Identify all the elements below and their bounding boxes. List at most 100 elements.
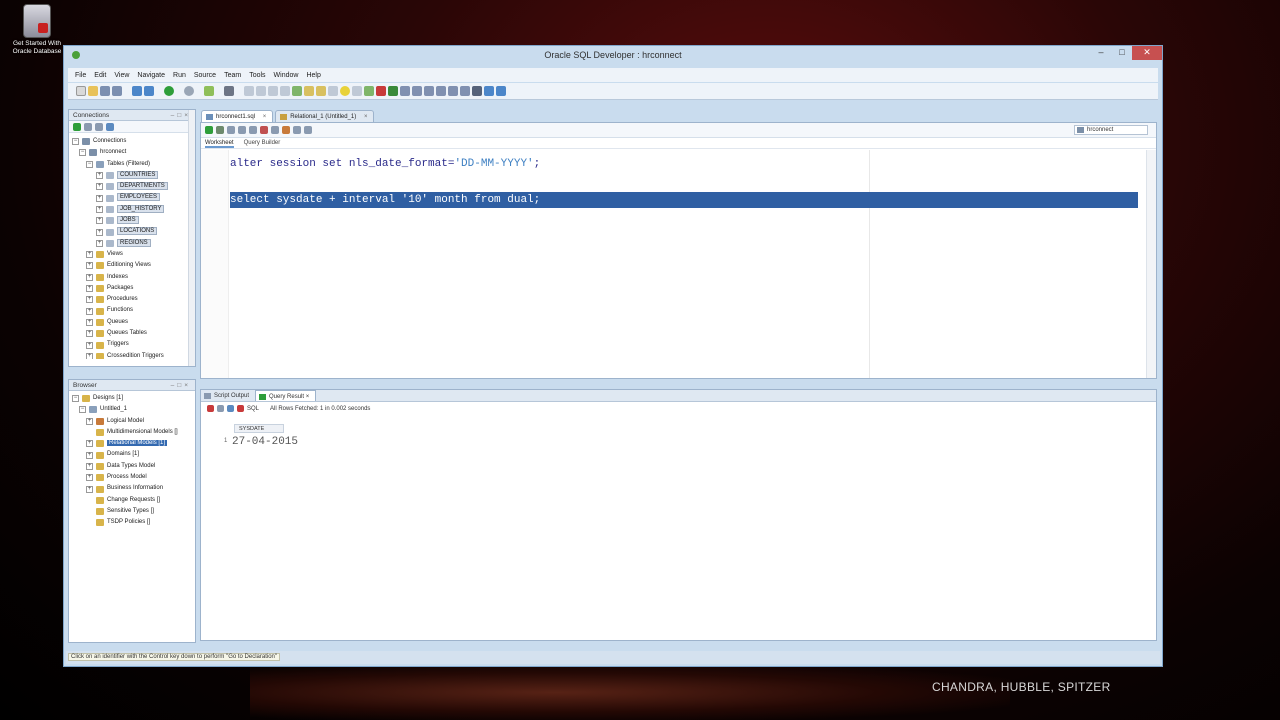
add-connection-icon[interactable]	[73, 122, 81, 131]
tool-icon-1[interactable]	[244, 86, 254, 96]
tool-icon-7[interactable]	[316, 86, 326, 96]
tool-icon-8[interactable]	[328, 86, 338, 96]
print-icon[interactable]	[217, 405, 224, 412]
tool-icon-4[interactable]	[280, 86, 290, 96]
bulb-icon[interactable]	[340, 86, 350, 96]
tool-icon[interactable]	[293, 126, 301, 134]
save-all-icon[interactable]	[112, 86, 122, 96]
tree-browser-item[interactable]: Sensitive Types []	[72, 506, 193, 517]
desktop-icon-oracle[interactable]: Get Started With Oracle Database	[6, 4, 68, 56]
refresh-results-icon[interactable]	[227, 405, 234, 412]
search-icon[interactable]	[412, 86, 422, 96]
code-line-2-selected[interactable]: select sysdate + interval '10' month fro…	[230, 192, 1138, 208]
tool-icon-3[interactable]	[268, 86, 278, 96]
tool-icon-14[interactable]	[436, 86, 446, 96]
tool-icon-10[interactable]	[364, 86, 374, 96]
tool-icon-12[interactable]	[400, 86, 410, 96]
rollback-icon[interactable]	[260, 126, 268, 134]
tab-script-output[interactable]: Script Output	[201, 390, 255, 401]
tool-icon-9[interactable]	[352, 86, 362, 96]
tree-browser-item[interactable]: Multidimensional Models []	[72, 427, 193, 438]
tree-node[interactable]: + Indexes	[72, 272, 187, 283]
panel-controls[interactable]: –□×	[171, 380, 191, 391]
autotrace-icon[interactable]	[227, 126, 235, 134]
result-cell-sysdate[interactable]: 27-04-2015	[232, 436, 298, 448]
tree-node[interactable]: + Triggers	[72, 339, 187, 350]
tree-table[interactable]: + JOB_HISTORY	[72, 204, 187, 215]
tree-table[interactable]: + EMPLOYEES	[72, 192, 187, 203]
tree-table[interactable]: + COUNTRIES	[72, 170, 187, 181]
minimize-button[interactable]: –	[1090, 46, 1112, 60]
tool-icon-19[interactable]	[496, 86, 506, 96]
menu-team[interactable]: Team	[220, 72, 245, 79]
tree-browser-item[interactable]: TSDP Policies []	[72, 517, 193, 528]
maximize-button[interactable]: □	[1112, 46, 1132, 60]
menu-window[interactable]: Window	[270, 72, 303, 79]
subtab-query-builder[interactable]: Query Builder	[244, 138, 281, 148]
new-icon[interactable]	[76, 86, 86, 96]
connection-select[interactable]: hrconnect	[1074, 125, 1148, 135]
tool-icon-11[interactable]	[388, 86, 398, 96]
tree-browser-item[interactable]: + Process Model	[72, 472, 193, 483]
tree-node[interactable]: + Queues	[72, 317, 187, 328]
tool-icon[interactable]	[282, 126, 290, 134]
tab-relational-1[interactable]: Relational_1 (Untitled_1) ×	[275, 110, 375, 122]
tree-designs[interactable]: − Designs [1]	[72, 393, 193, 404]
monitor-icon[interactable]	[224, 86, 234, 96]
sql-button[interactable]: SQL	[247, 406, 259, 412]
tool-icon-16[interactable]	[460, 86, 470, 96]
tool-icon-5[interactable]	[292, 86, 302, 96]
tree-node[interactable]: + Crossedition Triggers	[72, 351, 187, 359]
menu-source[interactable]: Source	[190, 72, 220, 79]
menu-help[interactable]: Help	[302, 72, 324, 79]
cancel-icon[interactable]	[376, 86, 386, 96]
column-header-sysdate[interactable]: SYSDATE	[234, 424, 284, 433]
close-tab-icon[interactable]: ×	[263, 114, 267, 120]
open-icon[interactable]	[88, 86, 98, 96]
tree-node[interactable]: + Editioning Views	[72, 260, 187, 271]
filter-icon[interactable]	[95, 122, 103, 131]
code-editor[interactable]: alter session set nls_date_format='DD-MM…	[201, 150, 1146, 378]
close-button[interactable]: ✕	[1132, 46, 1162, 60]
menu-tools[interactable]: Tools	[245, 72, 269, 79]
subtab-worksheet[interactable]: Worksheet	[205, 138, 234, 148]
tree-tables-filtered[interactable]: − Tables (Filtered)	[72, 159, 187, 170]
editor-scrollbar[interactable]	[1146, 150, 1156, 378]
tree-node[interactable]: + Packages	[72, 283, 187, 294]
menu-run[interactable]: Run	[169, 72, 190, 79]
refresh-icon[interactable]	[84, 122, 92, 131]
code-line-1[interactable]: alter session set nls_date_format='DD-MM…	[230, 156, 540, 172]
tree-browser-item[interactable]: + Data Types Model	[72, 461, 193, 472]
tree-table[interactable]: + LOCATIONS	[72, 226, 187, 237]
tree-root-connections[interactable]: − Connections	[72, 136, 187, 147]
tab-hrconnect1-sql[interactable]: hrconnect1.sql ×	[201, 110, 274, 122]
pin-icon[interactable]	[207, 405, 214, 412]
tool-icon-15[interactable]	[448, 86, 458, 96]
tool-icon-17[interactable]	[472, 86, 482, 96]
tree-node[interactable]: + Queues Tables	[72, 328, 187, 339]
tree-browser-item-selected[interactable]: + Relational Models [1]	[72, 438, 193, 449]
close-tab-icon[interactable]: ×	[364, 114, 368, 120]
back-icon[interactable]	[132, 86, 142, 96]
menu-edit[interactable]: Edit	[90, 72, 110, 79]
tree-connection-hrconnect[interactable]: − hrconnect	[72, 147, 187, 158]
tool-icon-6[interactable]	[304, 86, 314, 96]
tree-table[interactable]: + JOBS	[72, 215, 187, 226]
run-statement-icon[interactable]	[205, 126, 213, 134]
tree-browser-item[interactable]: + Logical Model	[72, 416, 193, 427]
run-icon[interactable]	[164, 86, 174, 96]
connections-scrollbar[interactable]	[188, 110, 195, 366]
tree-table[interactable]: + REGIONS	[72, 238, 187, 249]
menu-view[interactable]: View	[110, 72, 133, 79]
tool-icon-18[interactable]	[484, 86, 494, 96]
debug-icon[interactable]	[184, 86, 194, 96]
save-icon[interactable]	[100, 86, 110, 96]
forward-icon[interactable]	[144, 86, 154, 96]
tree-design[interactable]: − Untitled_1	[72, 404, 193, 415]
tool-icon[interactable]	[304, 126, 312, 134]
menu-file[interactable]: File	[71, 72, 90, 79]
run-script-icon[interactable]	[216, 126, 224, 134]
tree-browser-item[interactable]: + Business Information	[72, 483, 193, 494]
title-bar[interactable]: Oracle SQL Developer : hrconnect – □ ✕	[64, 46, 1162, 66]
schema-browser-icon[interactable]	[106, 122, 114, 131]
